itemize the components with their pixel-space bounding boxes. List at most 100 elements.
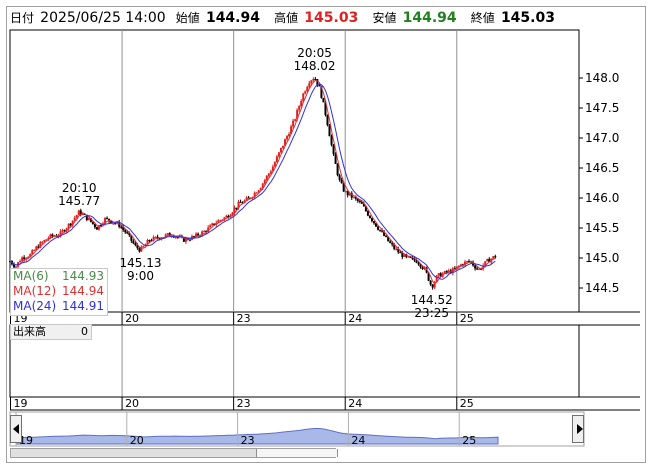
candle-body xyxy=(314,78,317,80)
candle-body xyxy=(279,147,282,153)
candle-body xyxy=(407,256,410,258)
candle-body xyxy=(288,134,291,137)
candle-body xyxy=(344,191,347,193)
annotation-label: 148.02 xyxy=(294,59,336,73)
candle-body xyxy=(308,83,311,87)
candle-body xyxy=(292,120,295,127)
candle-body xyxy=(286,136,289,140)
x-tick-label: 24 xyxy=(348,312,362,325)
candle-body xyxy=(69,223,72,226)
candle-body xyxy=(478,268,481,270)
y-tick-label: 144.5 xyxy=(585,281,619,295)
price-chart: 148.0 147.5 147.0 146.5 146.0 145.5 145.0 144.5… xyxy=(9,29,640,447)
candle-body xyxy=(474,265,477,269)
legend-ma12-value: 144.94 xyxy=(62,284,104,298)
candle-body xyxy=(368,215,371,219)
candle-body xyxy=(138,248,141,252)
candle-body xyxy=(372,221,375,224)
legend-ma24-name: MA(24) xyxy=(13,299,57,313)
candle-body xyxy=(294,119,297,121)
candle-body xyxy=(19,260,22,263)
candle-body xyxy=(142,246,145,248)
candle-body xyxy=(336,163,339,176)
overview-scroll-right-button[interactable] xyxy=(572,415,584,443)
candle-body xyxy=(417,262,420,265)
candle-body xyxy=(265,175,268,181)
candle-body xyxy=(134,243,137,246)
candle-body xyxy=(23,257,26,260)
scrollbar-thumb[interactable] xyxy=(256,449,338,457)
candle-body xyxy=(389,241,392,243)
candle-body xyxy=(431,284,434,288)
candle-body xyxy=(328,125,331,137)
x-tick-label: 19 xyxy=(14,397,28,410)
candle-body xyxy=(247,197,250,199)
candle-body xyxy=(298,106,301,110)
volume-label-box: 出来高 0 xyxy=(10,324,92,340)
candle-body xyxy=(304,91,307,94)
candle-body xyxy=(352,196,355,198)
x-tick-label: 23 xyxy=(237,397,251,410)
candle-body xyxy=(95,227,98,230)
y-tick-label: 147.0 xyxy=(585,131,619,145)
candle-body xyxy=(148,240,151,242)
candle-body xyxy=(166,233,169,235)
candle-body xyxy=(395,248,398,250)
x-tick-label: 23 xyxy=(237,312,251,325)
annotation-label: 145.77 xyxy=(58,194,100,208)
candle-body xyxy=(21,257,24,261)
candle-body xyxy=(476,268,479,270)
candle-body xyxy=(31,250,34,255)
candle-body xyxy=(209,225,212,228)
candle-body xyxy=(225,215,228,218)
horizontal-scrollbar[interactable] xyxy=(10,448,338,458)
y-tick-label: 145.5 xyxy=(585,221,619,235)
legend-ma6-name: MA(6) xyxy=(13,269,49,283)
arrow-left-icon xyxy=(13,424,19,434)
candle-body xyxy=(219,220,222,222)
legend-ma12: MA(12) 144.94 xyxy=(11,284,107,299)
x-tick-label: 25 xyxy=(460,312,474,325)
legend-ma6-value: 144.93 xyxy=(62,269,104,283)
candle-body xyxy=(33,249,36,251)
annotation-label: 144.52 xyxy=(411,293,453,307)
candle-body xyxy=(106,217,109,219)
candle-body xyxy=(494,256,497,258)
candle-body xyxy=(358,200,361,202)
candle-body xyxy=(332,144,335,154)
annotation-label: 9:00 xyxy=(127,269,154,283)
legend-ma24: MA(24) 144.91 xyxy=(11,299,107,314)
candle-body xyxy=(120,226,123,228)
candle-body xyxy=(370,218,373,222)
candle-body xyxy=(429,280,432,285)
candle-body xyxy=(51,234,54,237)
y-tick-label: 145.0 xyxy=(585,251,619,265)
y-tick-label: 147.5 xyxy=(585,101,619,115)
candle-body xyxy=(310,80,313,84)
candle-body xyxy=(255,192,258,194)
candle-body xyxy=(385,235,388,237)
x-tick-label: 20 xyxy=(125,397,139,410)
candle-body xyxy=(399,252,402,254)
candle-body xyxy=(203,231,206,233)
candle-body xyxy=(330,136,333,145)
candle-body xyxy=(466,261,469,263)
candle-body xyxy=(154,236,157,238)
candle-body xyxy=(486,259,489,262)
candle-body xyxy=(312,78,315,81)
overview-tick-label: 20 xyxy=(130,434,144,447)
annotation-label: 145.13 xyxy=(120,256,162,270)
candle-body xyxy=(61,230,64,232)
volume-value: 0 xyxy=(81,325,88,338)
candle-body xyxy=(239,201,242,203)
volume-label: 出来高 xyxy=(13,325,46,338)
candle-body xyxy=(211,223,214,226)
x-tick-label: 20 xyxy=(125,312,139,325)
candle-body xyxy=(437,273,440,276)
candle-body xyxy=(377,226,380,230)
candle-body xyxy=(126,232,129,234)
overview-tick-label: 23 xyxy=(241,434,255,447)
overview-scroll-left-button[interactable] xyxy=(10,415,22,443)
y-axis: 148.0 147.5 147.0 146.5 146.0 145.5 145.0 144.5 xyxy=(579,71,619,295)
annotation-label: 20:05 xyxy=(297,46,332,60)
